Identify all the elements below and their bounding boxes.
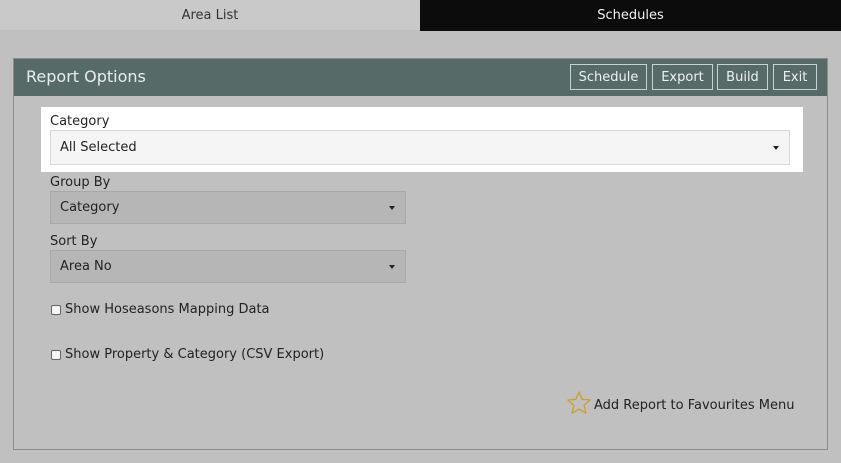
property-category-checkbox[interactable] [51,350,61,360]
schedule-button[interactable]: Schedule [570,64,647,90]
panel-header: Report Options Schedule Export Build Exi… [14,59,827,96]
group-by-select[interactable]: Category [50,191,406,224]
hoseasons-checkbox-label[interactable]: Show Hoseasons Mapping Data [65,302,270,317]
property-category-checkbox-label[interactable]: Show Property & Category (CSV Export) [65,347,324,362]
add-to-favourites-label: Add Report to Favourites Menu [594,397,795,413]
tab-schedules[interactable]: Schedules [420,0,841,31]
hoseasons-checkbox[interactable] [51,305,61,315]
exit-button[interactable]: Exit [773,64,817,90]
category-select-value: All Selected [60,140,137,155]
sort-by-select-value: Area No [60,259,112,274]
chevron-down-icon [773,145,779,150]
sort-by-select[interactable]: Area No [50,250,406,283]
category-label: Category [50,114,110,129]
tab-area-list[interactable]: Area List [0,0,420,31]
chevron-down-icon [389,264,395,269]
tab-bar: Area List Schedules [0,0,841,31]
group-by-select-value: Category [60,200,120,215]
build-button[interactable]: Build [717,64,768,90]
category-select[interactable]: All Selected [50,130,790,165]
group-by-label: Group By [50,175,111,190]
export-button[interactable]: Export [652,64,713,90]
chevron-down-icon [389,205,395,210]
panel-title: Report Options [26,67,146,86]
add-to-favourites-link[interactable]: Add Report to Favourites Menu [566,390,795,420]
star-icon [566,390,592,420]
sort-by-label: Sort By [50,234,98,249]
